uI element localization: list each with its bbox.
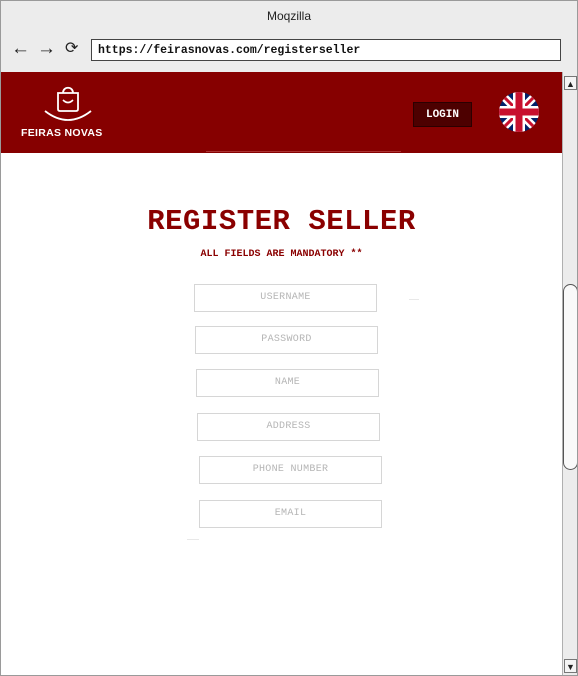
username-field[interactable]: USERNAME: [194, 284, 377, 312]
window-title: Moqzilla: [1, 1, 577, 31]
scroll-down-icon[interactable]: ▼: [564, 659, 577, 673]
scroll-thumb[interactable]: [563, 284, 577, 470]
uk-flag-icon[interactable]: [499, 92, 539, 132]
back-arrow-icon[interactable]: ←: [11, 39, 30, 59]
decorative-line: [409, 299, 419, 300]
address-field[interactable]: ADDRESS: [197, 413, 380, 441]
site-logo[interactable]: FEIRAS NOVAS: [21, 83, 121, 143]
vertical-scrollbar[interactable]: ▲ ▼: [562, 72, 577, 675]
login-button[interactable]: LOGIN: [413, 102, 472, 127]
logo-text: FEIRAS NOVAS: [21, 127, 103, 139]
mandatory-note: ALL FIELDS ARE MANDATORY **: [200, 249, 363, 260]
scroll-up-icon[interactable]: ▲: [564, 76, 577, 90]
password-field[interactable]: PASSWORD: [195, 326, 378, 354]
address-bar[interactable]: https://feirasnovas.com/registerseller: [91, 39, 561, 61]
reload-icon[interactable]: ⟳: [65, 39, 78, 59]
header-divider: [206, 151, 401, 152]
decorative-line: [187, 539, 199, 540]
site-header: FEIRAS NOVAS LOGIN: [1, 72, 562, 153]
browser-toolbar: ← → ⟳ https://feirasnovas.com/registerse…: [1, 31, 577, 71]
browser-window: Moqzilla ← → ⟳ https://feirasnovas.com/r…: [0, 0, 578, 676]
shopping-bag-icon: [44, 86, 92, 121]
name-field[interactable]: NAME: [196, 369, 379, 397]
page-viewport: FEIRAS NOVAS LOGIN REGISTER SELLER ALL F…: [1, 72, 562, 675]
email-field[interactable]: EMAIL: [199, 500, 382, 528]
phone-number-field[interactable]: PHONE NUMBER: [199, 456, 382, 484]
page-title: REGISTER SELLER: [147, 205, 416, 238]
forward-arrow-icon[interactable]: →: [37, 39, 56, 59]
